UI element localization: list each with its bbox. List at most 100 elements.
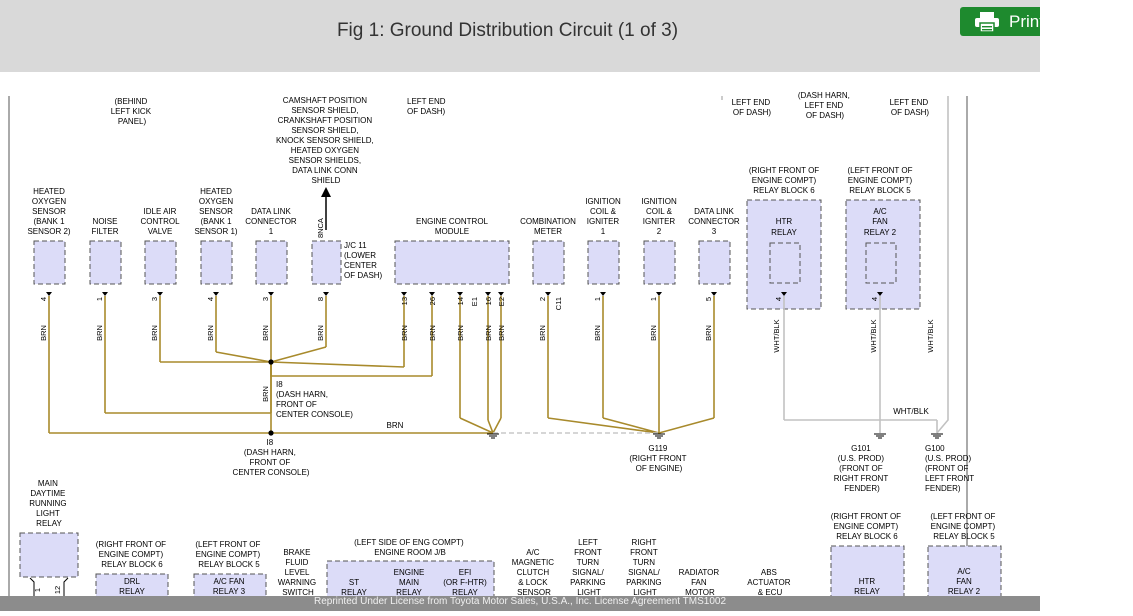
ground-symbol-g119 (653, 433, 665, 439)
svg-text:26: 26 (428, 297, 437, 305)
label-radiator-fan-motor: RADIATOR FAN MOTOR (679, 568, 722, 597)
box-heated-o2-sensor-1 (200, 240, 233, 285)
wire-right-group (547, 417, 660, 434)
wire-ecm-join (459, 417, 502, 435)
box-idle-air-control (144, 240, 177, 285)
svg-text:BRN: BRN (484, 325, 493, 341)
svg-text:BRN: BRN (649, 325, 658, 341)
svg-text:BRN: BRN (95, 325, 104, 341)
note-behind-kick-panel: (BEHIND LEFT KICK PANEL) (111, 97, 154, 126)
svg-text:C11: C11 (554, 297, 563, 310)
label-relay-block-6-bottom: (RIGHT FRONT OF ENGINE COMPT) RELAY BLOC… (831, 512, 904, 541)
box-data-link-3 (698, 240, 731, 285)
svg-text:3: 3 (150, 297, 159, 301)
svg-text:4: 4 (39, 297, 48, 301)
splice-upper (268, 359, 274, 365)
svg-text:BRN: BRN (428, 325, 437, 341)
svg-text:IGNITIONCOIL &IGNITER1: IGNITION COIL & IGNITER 1 (585, 197, 621, 236)
print-button[interactable]: Print (960, 7, 1040, 36)
svg-text:BRN: BRN (497, 325, 506, 341)
svg-text:HEATEDOXYGENSENSOR(BANK 1SENSO: HEATED OXYGEN SENSOR (BANK 1 SENSOR 2) (27, 187, 70, 236)
note-left-end-dash-2: LEFT END OF DASH) (732, 98, 773, 117)
label-g119: G119 (RIGHT FRONT OF ENGINE) (629, 444, 688, 473)
diagram-canvas: (BEHIND LEFT KICK PANEL) CAMSHAFT POSITI… (8, 91, 1002, 611)
label-relay-block-5-bottom: (LEFT FRONT OF ENGINE COMPT) RELAY BLOCK… (930, 512, 997, 541)
svg-text:(RIGHT FRONT OFENGINE COMPT)RE: (RIGHT FRONT OF ENGINE COMPT) RELAY BLOCK … (749, 166, 819, 195)
label-ignition-coil-2: IGNITION COIL & IGNITER 2 (641, 197, 677, 236)
label-abs-actuator: ABS ACTUATOR & ECU (747, 568, 793, 597)
svg-text:WHT/BLK: WHT/BLK (869, 319, 878, 352)
wire-h-jc11 (270, 346, 327, 363)
svg-text:WHT/BLK: WHT/BLK (926, 319, 935, 352)
note-left-end-dash-1: LEFT END OF DASH) (407, 97, 448, 116)
label-idle-air-control: IDLE AIR CONTROL VALVE (140, 207, 180, 236)
svg-text:12: 12 (53, 586, 62, 594)
box-ignition-coil-2 (643, 240, 676, 285)
label-splice-upper: I8 (DASH HARN, FRONT OF CENTER CONSOLE) (276, 380, 353, 419)
box-heated-o2-sensor-2 (33, 240, 66, 285)
svg-text:14: 14 (456, 297, 465, 305)
note-left-end-dash-3: LEFT END OF DASH) (890, 98, 931, 117)
wire-h-ecm26 (270, 362, 432, 377)
splice-lower (268, 430, 274, 436)
wire-h-ecm13 (270, 361, 405, 368)
label-brake-fluid-switch: BRAKE FLUID LEVEL WARNING SWITCH (278, 548, 319, 597)
ground-distribution-diagram: (BEHIND LEFT KICK PANEL) CAMSHAFT POSITI… (0, 72, 1040, 611)
svg-text:2: 2 (538, 297, 547, 301)
label-combination-meter: COMBINATION METER (520, 217, 576, 236)
svg-text:BRN: BRN (704, 325, 713, 341)
svg-text:BRN: BRN (39, 325, 48, 341)
label-data-link-connector-1: DATA LINK CONNECTOR 1 (245, 207, 297, 236)
svg-text:ENGINE CONTROLMODULE: ENGINE CONTROL MODULE (416, 217, 489, 236)
svg-text:1: 1 (95, 297, 104, 301)
svg-text:4: 4 (870, 297, 879, 301)
label-left-turn-signal: LEFT FRONT TURN SIGNAL/ PARKING LIGHT (570, 538, 608, 597)
label-ecm: ENGINE CONTROL MODULE (416, 217, 489, 236)
svg-text:1: 1 (593, 297, 602, 301)
svg-text:BRN: BRN (456, 325, 465, 341)
ground-symbol-g100 (931, 433, 943, 439)
svg-text:BRN: BRN (150, 325, 159, 341)
box-jc11 (311, 240, 342, 285)
svg-text:WHT/BLK: WHT/BLK (772, 319, 781, 352)
box-data-link-1 (255, 240, 288, 285)
svg-text:4: 4 (206, 297, 215, 301)
page-title: Fig 1: Ground Distribution Circuit (1 of… (336, 20, 679, 41)
svg-text:3: 3 (261, 297, 270, 301)
box-ac-fan-relay-coil (865, 242, 897, 284)
box-htr-relay-coil (769, 242, 801, 284)
svg-text:5: 5 (704, 297, 713, 301)
svg-text:13: 13 (400, 297, 409, 305)
svg-text:NOISEFILTER: NOISE FILTER (92, 217, 119, 236)
label-ac-magnetic-clutch: A/C MAGNETIC CLUTCH & LOCK SENSOR (512, 548, 556, 597)
box-main-drl-relay (19, 532, 79, 578)
svg-text:E1: E1 (470, 297, 479, 306)
box-noise-filter (89, 240, 122, 285)
box-ecm (394, 240, 510, 285)
print-label: Print (1009, 12, 1040, 31)
svg-text:BRN: BRN (316, 325, 325, 341)
license-text: Reprinted Under License from Toyota Moto… (313, 596, 727, 607)
label-data-link-connector-3: DATA LINK CONNECTOR 3 (688, 207, 740, 236)
label-relay-block-6-drl: (RIGHT FRONT OF ENGINE COMPT) RELAY BLOC… (96, 540, 169, 569)
label-main-brn: BRN (387, 421, 404, 430)
svg-text:IDLE AIRCONTROLVALVE: IDLE AIR CONTROL VALVE (140, 207, 180, 236)
svg-text:E2: E2 (497, 297, 506, 306)
label-splice-lower: I8 (DASH HARN, FRONT OF CENTER CONSOLE) (233, 438, 310, 477)
note-shields: CAMSHAFT POSITION SENSOR SHIELD, CRANKSH… (276, 96, 376, 185)
svg-text:COMBINATIONMETER: COMBINATION METER (520, 217, 576, 236)
svg-text:1: 1 (649, 297, 658, 301)
svg-text:DATA LINKCONNECTOR1: DATA LINK CONNECTOR 1 (245, 207, 297, 236)
license-footer: Reprinted Under License from Toyota Moto… (0, 596, 1040, 611)
svg-text:BRN: BRN (261, 325, 270, 341)
printer-icon (975, 12, 999, 32)
svg-text:BRN: BRN (206, 325, 215, 341)
svg-text:4: 4 (774, 297, 783, 301)
label-g101: G101 (U.S. PROD) (FRONT OF RIGHT FRONT F… (834, 444, 891, 493)
svg-text:8: 8 (316, 297, 325, 301)
label-ignition-coil-1: IGNITION COIL & IGNITER 1 (585, 197, 621, 236)
label-right-turn-signal: RIGHT FRONT TURN SIGNAL/ PARKING LIGHT (626, 538, 664, 597)
svg-text:BRN: BRN (538, 325, 547, 341)
box-combination-meter (532, 240, 565, 285)
label-relay-block-5-top: (LEFT FRONT OF ENGINE COMPT) RELAY BLOCK 5 (847, 166, 912, 195)
